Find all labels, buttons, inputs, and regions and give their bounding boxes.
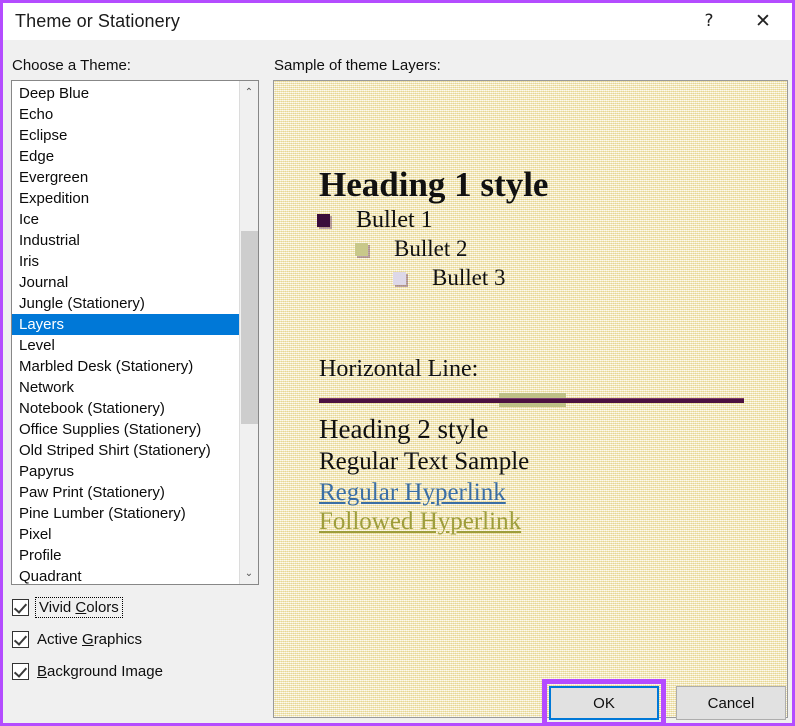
vivid-colors-label-post: olors <box>86 598 119 616</box>
vivid-colors-label[interactable]: Vivid Colors <box>35 596 123 618</box>
active-graphics-accel: G <box>82 630 94 648</box>
bullet-2-marker-icon <box>355 242 368 256</box>
theme-list-item[interactable]: Edge <box>12 146 240 167</box>
preview-bullet-2-row: Bullet 2 <box>355 236 467 262</box>
theme-list-item[interactable]: Echo <box>12 104 240 125</box>
theme-listbox[interactable]: Deep Blue Echo Eclipse Edge Evergreen Expedit… <box>11 80 259 585</box>
sample-of-theme-label-text: Sample of theme Layers: <box>274 57 441 74</box>
background-image-accel: B <box>37 662 48 680</box>
help-button[interactable]: ? <box>686 3 732 40</box>
vivid-colors-checkbox-row[interactable]: Vivid Colors <box>12 596 123 618</box>
background-image-checkbox[interactable] <box>12 662 29 680</box>
preview-horizontal-rule <box>319 393 744 407</box>
active-graphics-label-post: raphics <box>93 630 143 648</box>
theme-list-item[interactable]: Network <box>12 377 240 398</box>
theme-list-item[interactable]: Quadrant <box>12 566 240 584</box>
scrollbar-thumb[interactable] <box>241 231 258 424</box>
choose-theme-label: Choose a Theme: <box>12 57 131 74</box>
preview-heading-1: Heading 1 style <box>319 165 549 204</box>
close-icon: ✕ <box>755 10 771 32</box>
theme-list-item[interactable]: Iris <box>12 251 240 272</box>
scroll-up-icon[interactable]: ⌃ <box>240 83 258 101</box>
theme-list-item[interactable]: Industrial <box>12 230 240 251</box>
theme-list-item[interactable]: Eclipse <box>12 125 240 146</box>
cancel-button[interactable]: Cancel <box>676 686 786 720</box>
active-graphics-checkbox-row[interactable]: Active Graphics <box>12 628 142 650</box>
sample-of-theme-label: Sample of theme Layers: <box>274 57 441 74</box>
preview-regular-text: Regular Text Sample <box>319 448 530 475</box>
theme-list-item[interactable]: Pixel <box>12 524 240 545</box>
bullet-1-marker-icon <box>317 214 330 227</box>
preview-heading-2: Heading 2 style <box>319 414 489 444</box>
preview-bullet-3-row: Bullet 3 <box>393 265 505 291</box>
theme-list-item[interactable]: Old Striped Shirt (Stationery) <box>12 440 240 461</box>
theme-list-item[interactable]: Paw Print (Stationery) <box>12 482 240 503</box>
preview-bullet-1-row: Bullet 1 <box>317 207 433 234</box>
vivid-colors-checkbox[interactable] <box>12 598 29 616</box>
theme-preview-content: Heading 1 style Bullet 1 Bullet 2 Bullet… <box>274 81 787 717</box>
theme-list-item[interactable]: Marbled Desk (Stationery) <box>12 356 240 377</box>
title-bar: Theme or Stationery ? ✕ <box>3 3 792 41</box>
scroll-down-icon[interactable]: ⌄ <box>240 564 258 582</box>
theme-list-item[interactable]: Evergreen <box>12 167 240 188</box>
theme-list-item-selected[interactable]: Layers <box>12 314 240 335</box>
preview-horizontal-rule-line <box>319 398 744 403</box>
theme-list-item[interactable]: Notebook (Stationery) <box>12 398 240 419</box>
preview-followed-hyperlink: Followed Hyperlink <box>319 508 522 535</box>
theme-preview-panel: Heading 1 style Bullet 1 Bullet 2 Bullet… <box>273 80 788 718</box>
window-title: Theme or Stationery <box>15 11 180 31</box>
preview-bullet-1: Bullet 1 <box>356 207 433 233</box>
theme-list[interactable]: Deep Blue Echo Eclipse Edge Evergreen Expedit… <box>12 81 240 584</box>
theme-list-item[interactable]: Deep Blue <box>12 83 240 104</box>
theme-or-stationery-dialog: Theme or Stationery ? ✕ Choose a Theme: … <box>0 0 795 726</box>
active-graphics-checkbox[interactable] <box>12 630 29 648</box>
question-mark-icon: ? <box>704 11 714 31</box>
theme-list-scrollbar[interactable]: ⌃ ⌄ <box>239 81 258 584</box>
close-button[interactable]: ✕ <box>740 3 786 40</box>
ok-button[interactable]: OK <box>549 686 659 720</box>
theme-list-item[interactable]: Jungle (Stationery) <box>12 293 240 314</box>
theme-list-item[interactable]: Journal <box>12 272 240 293</box>
preview-bullet-3: Bullet 3 <box>432 265 506 290</box>
active-graphics-label-pre: Active <box>37 630 83 648</box>
dialog-body: Choose a Theme: Sample of theme Layers: … <box>3 40 792 723</box>
theme-list-item[interactable]: Level <box>12 335 240 356</box>
theme-list-item[interactable]: Profile <box>12 545 240 566</box>
vivid-colors-label-pre: Vivid <box>39 598 76 616</box>
theme-list-item[interactable]: Pine Lumber (Stationery) <box>12 503 240 524</box>
theme-list-item[interactable]: Expedition <box>12 188 240 209</box>
active-graphics-label[interactable]: Active Graphics <box>37 631 142 648</box>
theme-list-item[interactable]: Office Supplies (Stationery) <box>12 419 240 440</box>
preview-bullet-2: Bullet 2 <box>394 236 468 261</box>
preview-horizontal-line-label: Horizontal Line: <box>319 356 479 382</box>
preview-hyperlink: Regular Hyperlink <box>319 479 506 506</box>
theme-list-item[interactable]: Papyrus <box>12 461 240 482</box>
vivid-colors-accel: C <box>75 598 87 616</box>
theme-list-item[interactable]: Ice <box>12 209 240 230</box>
background-image-label[interactable]: Background Image <box>37 663 163 680</box>
background-image-label-post: ackground Image <box>47 662 163 680</box>
bullet-3-marker-icon <box>393 271 406 285</box>
choose-theme-label-text: Choose a Theme: <box>12 57 131 74</box>
background-image-checkbox-row[interactable]: Background Image <box>12 660 163 682</box>
